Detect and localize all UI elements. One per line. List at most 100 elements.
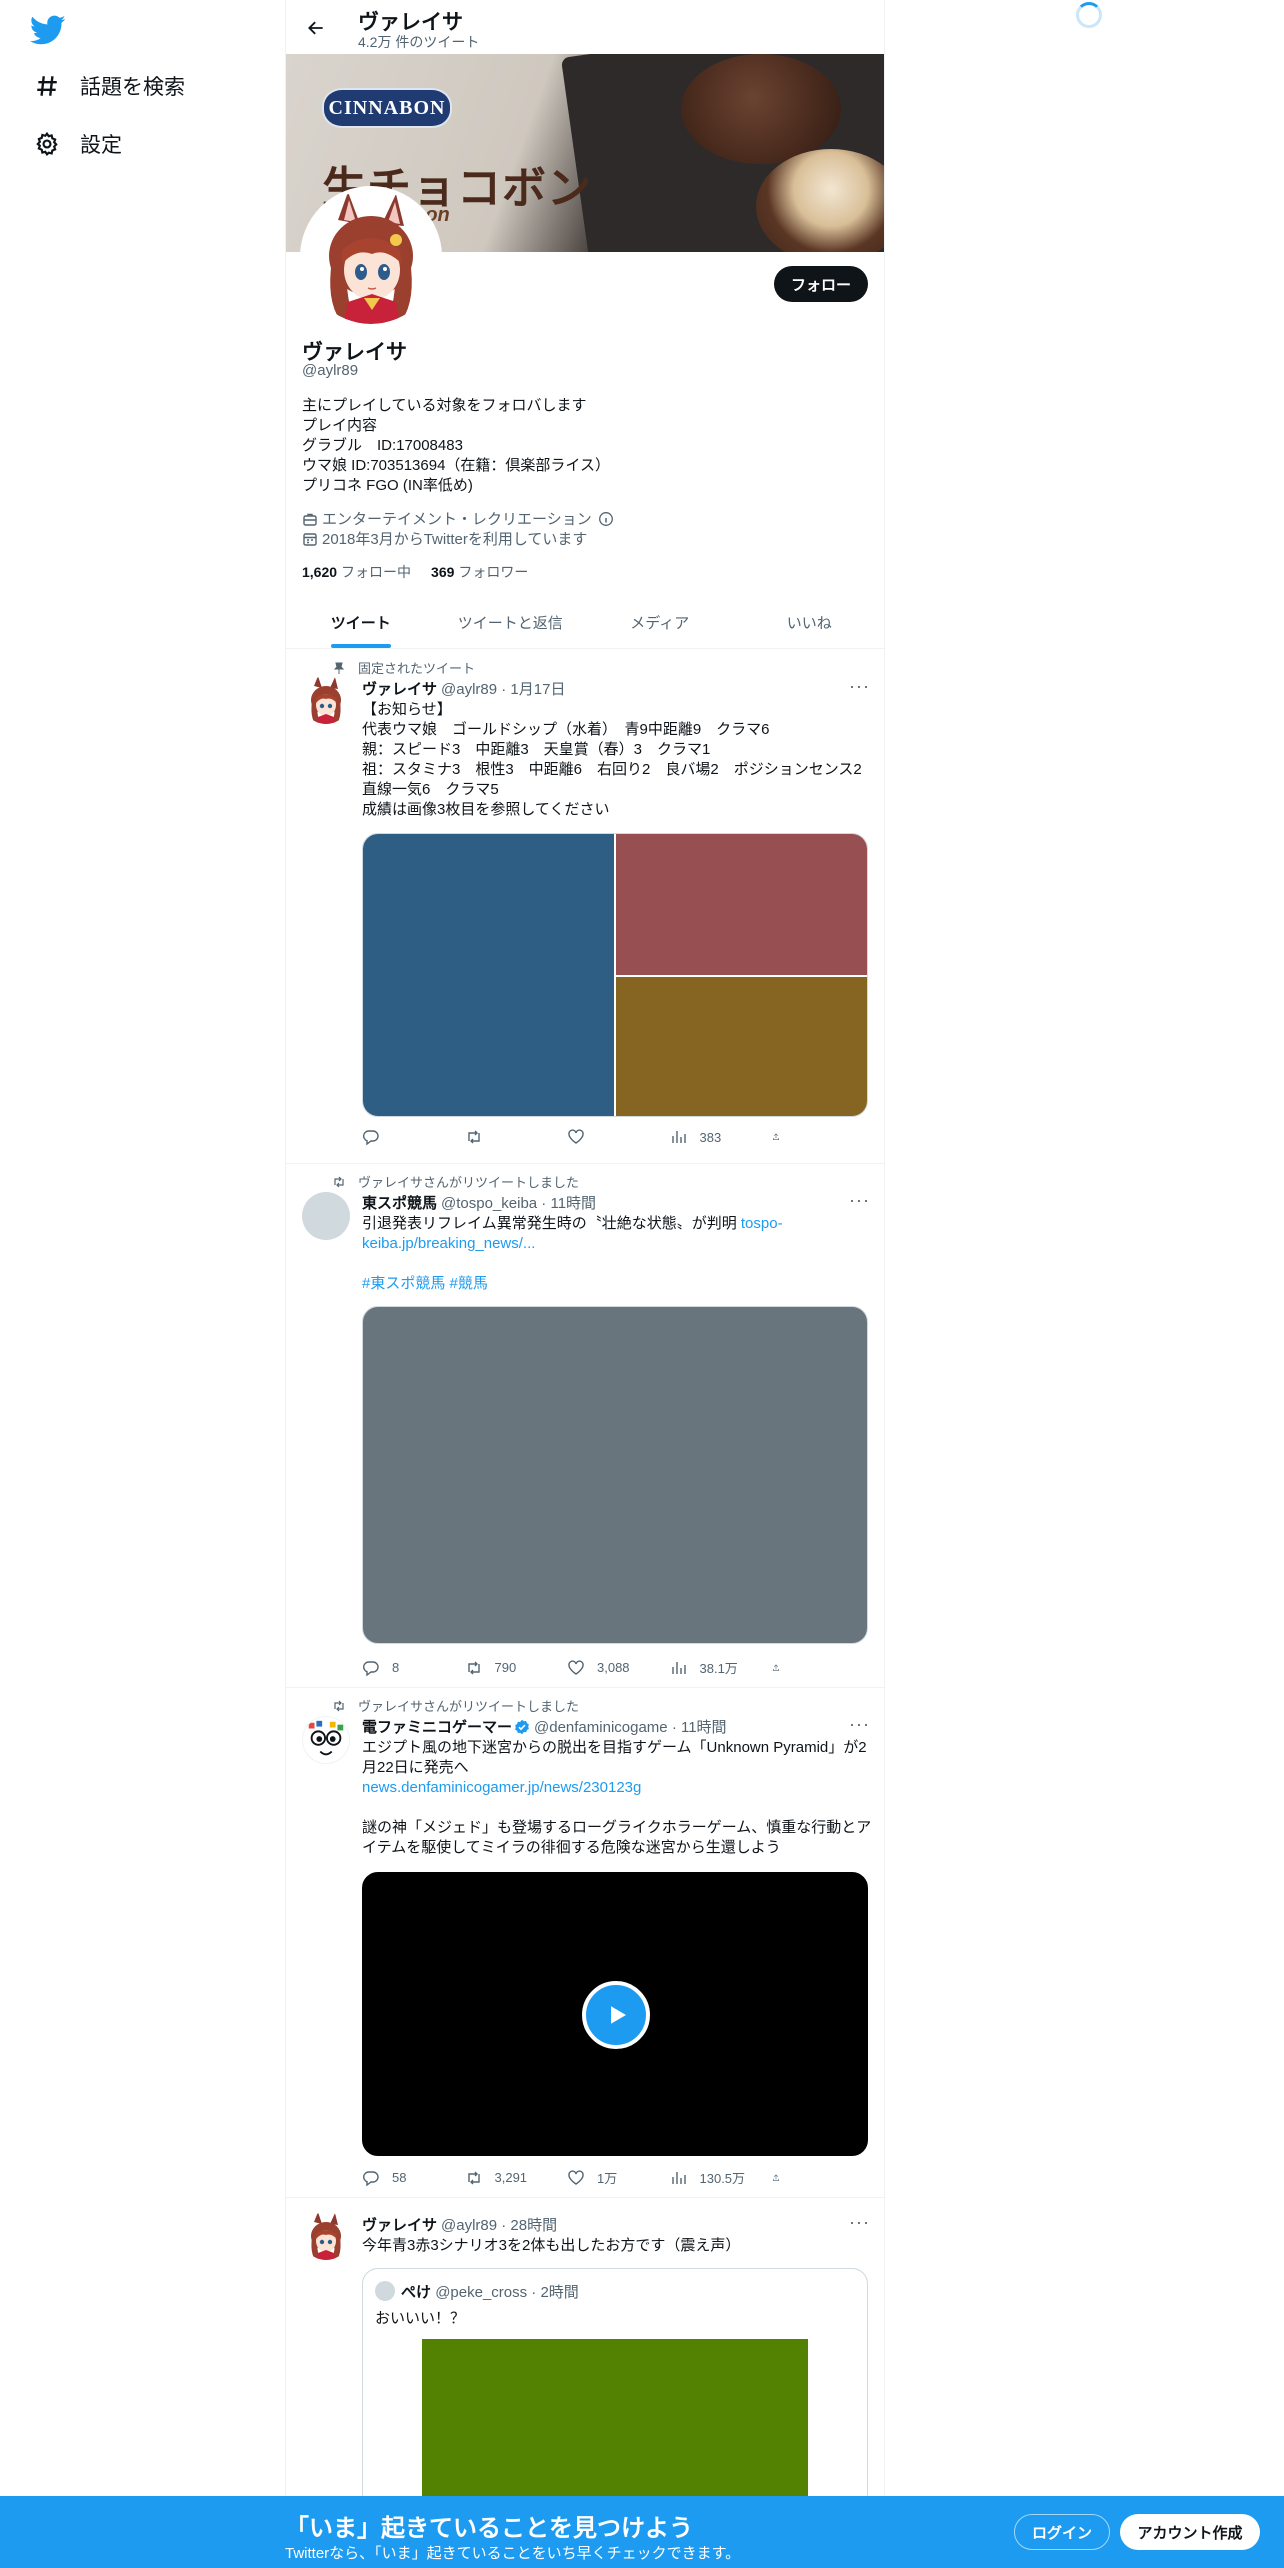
followers-link[interactable]: 369 フォロワー [431, 562, 528, 582]
profile-tabs: ツイート ツイートと返信 メディア いいね [286, 596, 884, 649]
tweet-retweet[interactable]: ヴァレイサさんがリツイートしました 東スポ競馬 @tospo_keiba · 1… [286, 1164, 884, 1688]
tweet-context: ヴァレイサさんがリツイートしました [332, 1172, 579, 1191]
quoted-header: ぺけ @peke_cross · 2時間 [401, 2281, 579, 2302]
signup-prompt-bar: 「いま」起きていることを見つけよう Twitterなら、「いま」起きていることを… [0, 2496, 1284, 2568]
retweet-button[interactable]: 790 [465, 1658, 545, 1677]
tweet-author-name[interactable]: ヴァレイサ [362, 678, 437, 699]
views-icon [671, 2171, 686, 2184]
profile-stats: 1,620 フォロー中 369 フォロワー [302, 562, 528, 582]
tweet-author-name[interactable]: 東スポ競馬 [362, 1192, 437, 1213]
reply-button[interactable]: 8 [362, 1658, 442, 1677]
profile-joined: 2018年3月からTwitterを利用しています [302, 528, 587, 549]
tweet-actions: 58 3,291 1万 130.5万 [362, 2168, 792, 2187]
reply-icon [363, 2170, 379, 2186]
follow-button[interactable]: フォロー [774, 266, 868, 302]
like-button[interactable]: 1万 [567, 2168, 647, 2187]
profile-category: エンターテイメント・レクリエーション [302, 508, 618, 529]
tweet-author-name[interactable]: 電ファミニコゲーマー [362, 1716, 512, 1737]
tweet-video[interactable] [362, 1872, 868, 2156]
heart-icon [568, 1129, 584, 1144]
tweet-link[interactable]: news.denfaminicogamer.jp/news/230123g [362, 1779, 641, 1796]
tweet-header: 電ファミニコゲーマー @denfaminicogame · 11時間 [362, 1716, 727, 1737]
reply-count: 58 [392, 2170, 407, 2185]
twitter-logo-icon[interactable] [29, 12, 66, 48]
tab-tweets-and-replies[interactable]: ツイートと返信 [436, 596, 586, 648]
tab-media[interactable]: メディア [585, 596, 735, 648]
signup-prompt-title: 「いま」起きていることを見つけよう [285, 2515, 693, 2542]
avatar[interactable] [302, 1192, 350, 1240]
verified-badge-icon [515, 1719, 529, 1734]
tweet-context-label: ヴァレイサさんがリツイートしました [358, 1175, 580, 1190]
tweet-author-name[interactable]: ヴァレイサ [362, 2214, 437, 2235]
tweet-handle-time[interactable]: @denfaminicogame · 11時間 [534, 1716, 727, 1737]
more-icon[interactable]: ··· [849, 1714, 870, 1735]
tweet-image[interactable] [362, 1306, 868, 1644]
retweet-count: 3,291 [494, 2170, 528, 2185]
avatar[interactable] [302, 676, 350, 724]
views-button[interactable]: 38.1万 [670, 1658, 750, 1677]
retweet-button[interactable]: 3,291 [465, 2168, 545, 2187]
tweet-retweet[interactable]: ヴァレイサさんがリツイートしました 電ファミニコゲーマー @denfaminic… [286, 1688, 884, 2198]
following-link[interactable]: 1,620 フォロー中 [302, 562, 411, 582]
views-count: 38.1万 [699, 1661, 738, 1676]
quoted-tweet[interactable]: ぺけ @peke_cross · 2時間 おいいい！？ [362, 2268, 868, 2528]
views-count: 383 [699, 1129, 722, 1145]
views-button[interactable]: 130.5万 [670, 2168, 750, 2187]
like-button[interactable]: 3,088 [567, 1658, 647, 1677]
like-count: 1万 [597, 2171, 618, 2186]
share-icon [773, 2173, 779, 2181]
heart-icon [568, 1659, 584, 1675]
avatar[interactable] [302, 1716, 350, 1764]
share-icon [773, 1663, 779, 1671]
briefcase-icon [303, 513, 317, 526]
more-icon[interactable]: ··· [849, 1190, 870, 1211]
tab-tweets[interactable]: ツイート [286, 596, 436, 648]
info-icon [598, 511, 613, 526]
hashtag-link[interactable]: #東スポ競馬 #競馬 [362, 1275, 488, 1292]
tweet-hashtags: #東スポ競馬 #競馬 [362, 1274, 872, 1294]
tweet-handle-time[interactable]: @tospo_keiba · 11時間 [441, 1192, 596, 1213]
signup-button[interactable]: アカウント作成 [1120, 2514, 1260, 2550]
profile-handle: @aylr89 [302, 362, 359, 379]
retweet-button[interactable] [465, 1128, 545, 1146]
quoted-handle-time: @peke_cross · 2時間 [435, 2284, 579, 2301]
share-button[interactable] [772, 1658, 792, 1677]
tweet-image[interactable] [616, 977, 867, 1116]
tab-likes[interactable]: いいね [735, 596, 885, 648]
profile-bio: 主にプレイしている対象をフォロバします プレイ内容 グラブル ID:170084… [302, 397, 610, 494]
like-button[interactable] [567, 1128, 647, 1146]
signup-prompt-subtitle: Twitterなら、「いま」起きていることをいち早くチェックできます。 [285, 2545, 741, 2562]
tweet-image[interactable] [616, 834, 867, 975]
nav-explore[interactable]: 話題を検索 [30, 62, 185, 110]
play-button[interactable] [582, 1981, 650, 2049]
retweet-icon [334, 1700, 344, 1711]
nav-settings[interactable]: 設定 [30, 120, 122, 168]
left-nav: 話題を検索 設定 [0, 0, 285, 2568]
tweet-handle-time[interactable]: @aylr89 · 1月17日 [441, 678, 565, 699]
tweet-pinned[interactable]: 固定されたツイート ヴァレイサ @aylr89 · 1月17日 ··· 【お知ら… [286, 650, 884, 1164]
reply-button[interactable]: 58 [362, 2168, 442, 2187]
retweet-icon [467, 1661, 480, 1674]
following-count: 1,620 [302, 564, 338, 580]
reply-button[interactable] [362, 1128, 442, 1146]
more-icon[interactable]: ··· [849, 676, 870, 697]
heart-icon [568, 2169, 584, 2185]
banner-pastry [681, 54, 841, 164]
quoted-text: おいいい！？ [375, 2310, 466, 2327]
profile-avatar[interactable] [300, 186, 442, 328]
tweet-text: 今年青3赤3シナリオ3を2体も出したお方です（震え声） [362, 2237, 741, 2254]
avatar[interactable] [302, 2212, 350, 2260]
tweet-context-label: 固定されたツイート [358, 661, 476, 676]
tweet-text: 【お知らせ】 代表ウマ娘 ゴールドシップ（水着） 青9中距離9 クラマ6 親：ス… [362, 701, 862, 818]
login-button[interactable]: ログイン [1014, 2514, 1110, 2550]
share-button[interactable] [772, 1128, 792, 1146]
tweet-image[interactable] [363, 834, 614, 1116]
tweet-handle-time[interactable]: @aylr89 · 28時間 [441, 2214, 557, 2235]
back-arrow-icon[interactable] [298, 10, 334, 46]
retweet-icon [467, 2171, 480, 2184]
share-button[interactable] [772, 2168, 792, 2187]
followers-count: 369 [431, 564, 455, 580]
profile-category-label: エンターテイメント・レクリエーション [322, 511, 592, 528]
more-icon[interactable]: ··· [849, 2212, 870, 2233]
views-button[interactable]: 383 [670, 1128, 750, 1146]
